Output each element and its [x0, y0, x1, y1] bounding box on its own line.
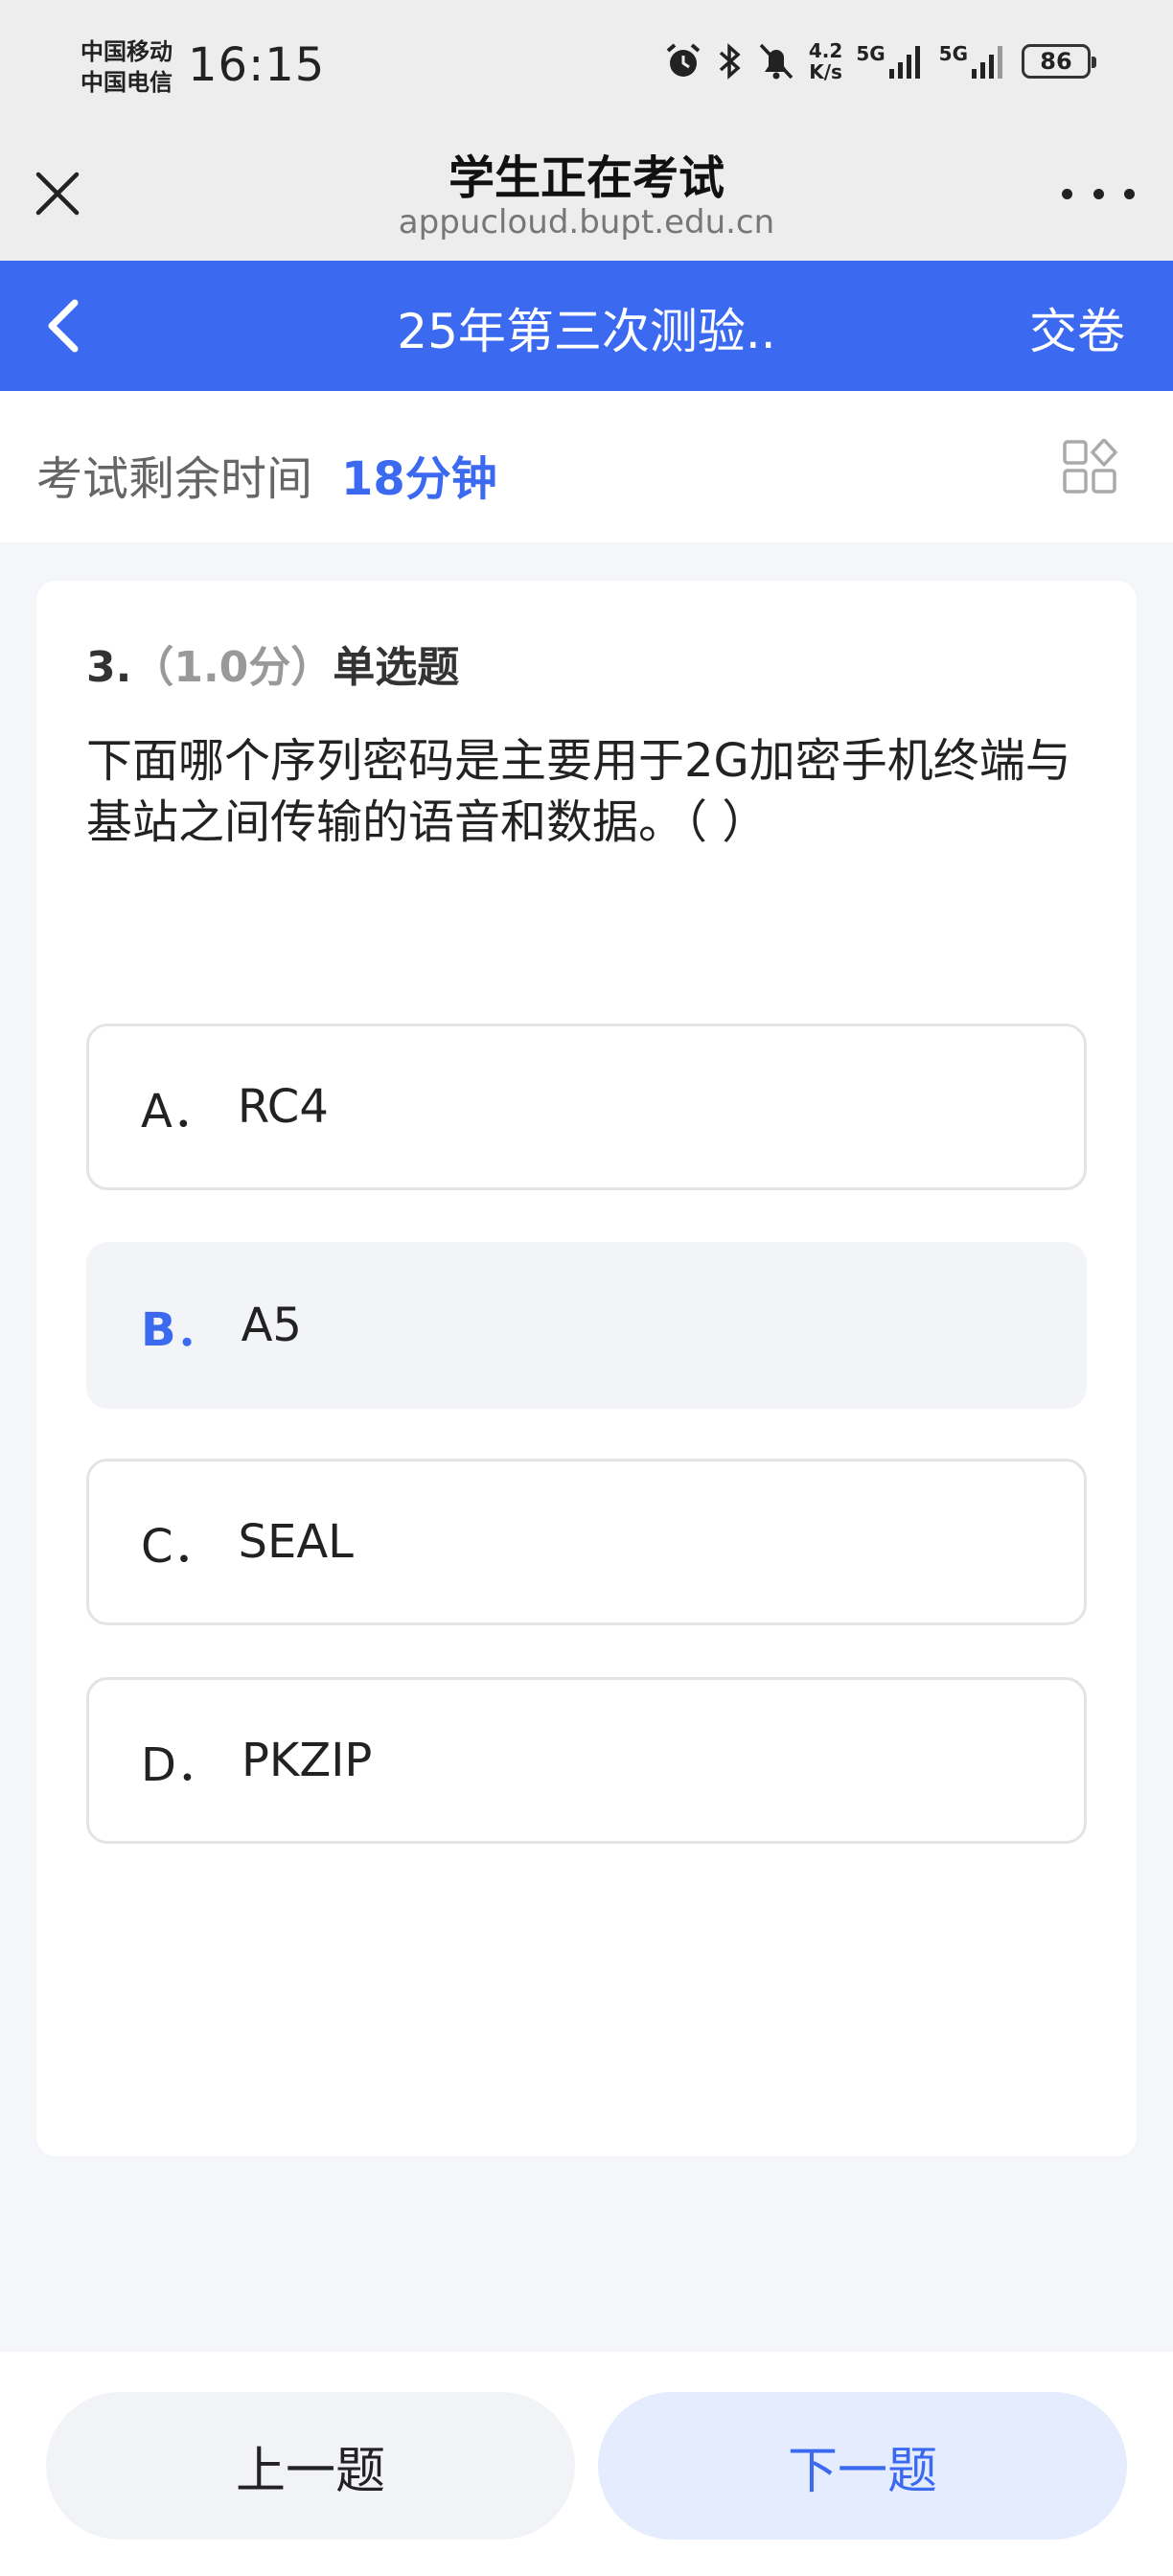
next-question-button[interactable]: 下一题	[598, 2392, 1127, 2540]
option-letter: A．	[141, 1085, 218, 1138]
option-text: PKZIP	[241, 1734, 373, 1787]
option-letter: D．	[141, 1738, 222, 1792]
question-number: 3.	[86, 643, 132, 692]
status-bar: 中国移动 中国电信 16:15 4.2 K/s 5G 5G 86	[0, 0, 1173, 136]
exam-title: 25年第三次测验..	[397, 304, 776, 359]
clock: 16:15	[188, 38, 326, 92]
signal-icon	[972, 46, 1002, 79]
network-1: 5G	[856, 42, 925, 80]
net-speed: 4.2 K/s	[809, 40, 842, 82]
battery-level: 86	[1040, 48, 1072, 75]
system-icons: 4.2 K/s 5G 5G 86	[663, 40, 1096, 82]
bluetooth-icon	[719, 43, 741, 80]
option-text: SEAL	[238, 1515, 354, 1569]
option-text: A5	[241, 1299, 302, 1352]
option-letter: B．	[141, 1303, 222, 1357]
carrier-info: 中国移动 中国电信	[80, 36, 172, 98]
mute-icon	[759, 43, 794, 80]
time-remaining-value: 18分钟	[341, 452, 497, 506]
time-remaining-label: 考试剩余时间	[36, 452, 313, 506]
question-type: 单选题	[333, 643, 460, 692]
network-2: 5G	[939, 42, 1008, 80]
option-text: RC4	[237, 1080, 329, 1134]
browser-page-title: 学生正在考试	[448, 151, 724, 205]
more-menu-icon[interactable]	[1062, 165, 1135, 222]
previous-question-button[interactable]: 上一题	[46, 2392, 575, 2540]
network-1-label: 5G	[856, 42, 886, 65]
option-a[interactable]: A． RC4	[86, 1024, 1087, 1190]
carrier-1: 中国移动	[80, 38, 172, 65]
exam-header: 25年第三次测验.. 交卷	[0, 261, 1173, 391]
net-speed-value: 4.2	[808, 39, 843, 62]
browser-title-bar: 学生正在考试 appucloud.bupt.edu.cn	[0, 136, 1173, 261]
net-speed-unit: K/s	[809, 60, 842, 83]
option-letter: C．	[141, 1520, 219, 1574]
signal-icon	[888, 46, 920, 79]
option-b[interactable]: B． A5	[86, 1242, 1087, 1409]
submit-exam-button[interactable]: 交卷	[1029, 293, 1125, 362]
carrier-2: 中国电信	[80, 69, 172, 96]
network-2-label: 5G	[938, 42, 968, 65]
battery-icon: 86	[1022, 44, 1096, 79]
question-grid-icon[interactable]	[1062, 439, 1117, 494]
question-score: （1.0分）	[131, 643, 334, 692]
timer-row: 考试剩余时间 18分钟	[0, 391, 1173, 542]
question-text: 下面哪个序列密码是主要用于2G加密手机终端与基站之间传输的语音和数据。（ ）	[86, 734, 1071, 849]
question-header: 3.（1.0分）单选题	[86, 632, 459, 694]
option-d[interactable]: D． PKZIP	[86, 1677, 1087, 1844]
bottom-nav: 上一题 下一题	[0, 2352, 1173, 2576]
alarm-icon	[666, 43, 701, 77]
question-card: 3.（1.0分）单选题 下面哪个序列密码是主要用于2G加密手机终端与基站之间传输…	[36, 581, 1137, 2156]
browser-url: appucloud.bupt.edu.cn	[398, 203, 775, 242]
option-c[interactable]: C． SEAL	[86, 1459, 1087, 1625]
